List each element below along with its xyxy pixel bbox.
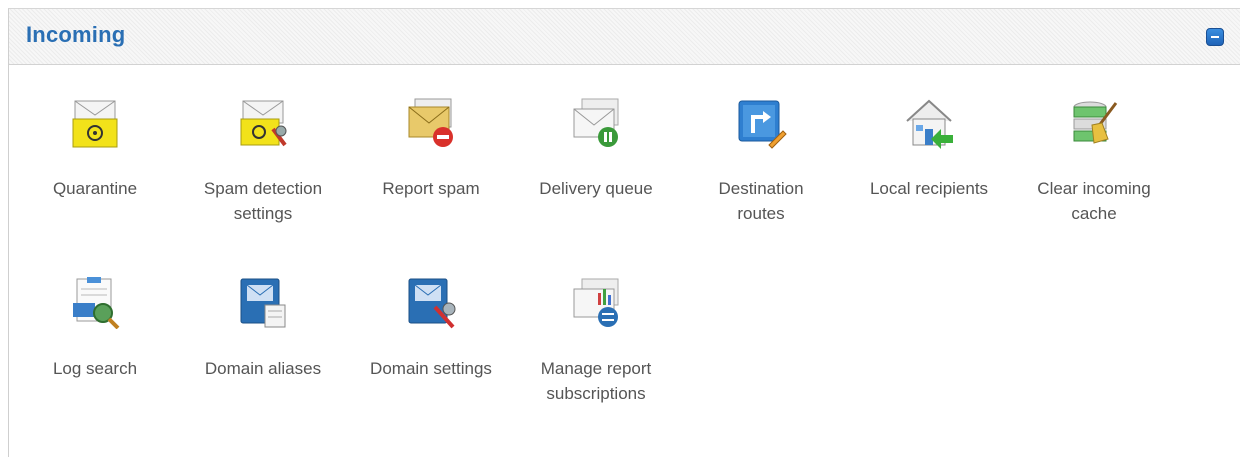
report-subscriptions-icon <box>573 278 619 327</box>
local-recipients-icon <box>906 99 953 149</box>
item-label: Clear incoming cache <box>1037 179 1151 223</box>
item-label: Domain aliases <box>204 359 322 378</box>
item-label: Report spam <box>382 179 480 198</box>
item-label: Destination routes <box>718 179 804 223</box>
collapse-button[interactable] <box>1206 28 1224 46</box>
domain-aliases-icon <box>240 278 286 328</box>
destination-routes-item[interactable]: Destination routes <box>691 97 831 226</box>
quarantine-item[interactable]: Quarantine <box>25 97 165 201</box>
log-search-item[interactable]: Log search <box>25 277 165 381</box>
report-spam-icon <box>408 98 453 147</box>
log-search-icon <box>73 277 120 329</box>
spam-settings-icon <box>240 100 287 147</box>
spam-detection-settings-item[interactable]: Spam detection settings <box>193 97 333 226</box>
domain-settings-icon <box>408 278 456 329</box>
local-recipients-item[interactable]: Local recipients <box>859 97 999 201</box>
item-label: Spam detection settings <box>203 179 323 223</box>
report-spam-item[interactable]: Report spam <box>361 97 501 201</box>
delivery-queue-icon <box>573 98 619 147</box>
clear-cache-icon <box>1073 101 1118 144</box>
quarantine-icon <box>72 100 118 148</box>
clear-incoming-cache-item[interactable]: Clear incoming cache <box>1024 97 1164 226</box>
destination-routes-icon <box>738 100 787 149</box>
panel-title: Incoming <box>26 22 126 47</box>
item-label: Log search <box>52 359 138 378</box>
domain-aliases-item[interactable]: Domain aliases <box>193 277 333 381</box>
manage-report-subscriptions-item[interactable]: Manage report subscriptions <box>526 277 666 406</box>
item-label: Delivery queue <box>539 179 653 198</box>
item-label: Local recipients <box>869 179 989 198</box>
item-label: Manage report subscriptions <box>540 359 652 403</box>
panel-header: Incoming <box>9 9 1240 65</box>
domain-settings-item[interactable]: Domain settings <box>361 277 501 381</box>
item-label: Domain settings <box>370 359 492 378</box>
item-label: Quarantine <box>52 179 138 198</box>
delivery-queue-item[interactable]: Delivery queue <box>526 97 666 201</box>
